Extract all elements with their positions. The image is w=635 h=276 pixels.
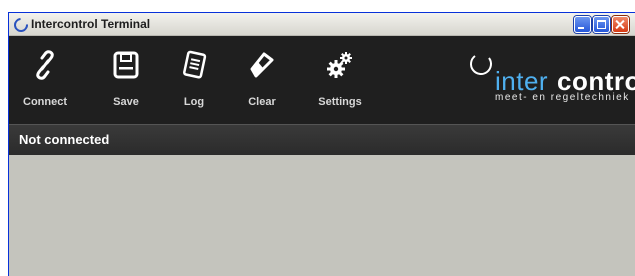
settings-label: Settings: [318, 96, 362, 108]
save-button[interactable]: Save: [103, 36, 149, 124]
log-notepad-icon: [183, 50, 207, 79]
terminal-output-area[interactable]: [9, 155, 635, 276]
minimize-button[interactable]: [574, 16, 591, 33]
close-button[interactable]: [612, 16, 629, 33]
title-bar[interactable]: Intercontrol Terminal: [9, 13, 635, 36]
logo-tagline: meet- en regeltechniek: [495, 92, 630, 103]
log-label: Log: [183, 96, 205, 108]
connect-label: Connect: [23, 96, 67, 108]
clear-button[interactable]: Clear: [239, 36, 285, 124]
logo-swirl-icon: [470, 55, 492, 75]
intercontrol-logo: inter control meet- en regeltechniek: [469, 46, 635, 106]
settings-button[interactable]: Settings: [311, 36, 369, 124]
gears-icon: [327, 52, 352, 78]
status-bar: Not connected: [9, 124, 635, 155]
window-title: Intercontrol Terminal: [31, 17, 151, 31]
connect-button[interactable]: Connect: [19, 36, 71, 124]
save-label: Save: [113, 96, 139, 108]
log-button[interactable]: Log: [171, 36, 217, 124]
app-window: Intercontrol Terminal Connect Save Log C…: [8, 12, 635, 276]
link-icon: [36, 50, 54, 80]
app-icon: [11, 15, 31, 35]
clear-label: Clear: [248, 96, 276, 108]
maximize-button[interactable]: [593, 16, 610, 33]
floppy-disk-icon: [113, 51, 139, 79]
eraser-icon: [250, 52, 274, 78]
connection-status: Not connected: [19, 132, 110, 147]
toolbar: Connect Save Log Clear Settings inter co…: [9, 36, 635, 124]
